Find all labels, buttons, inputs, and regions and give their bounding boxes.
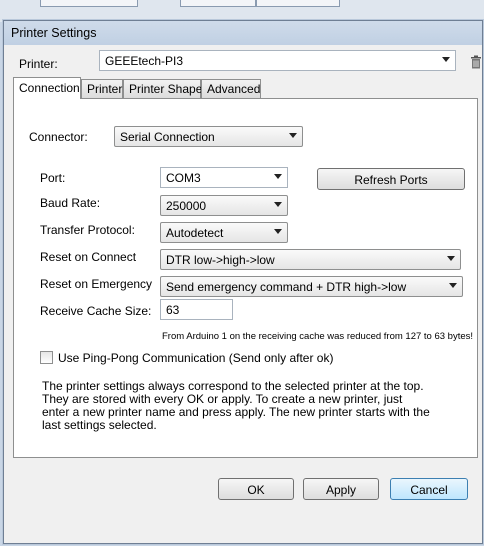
transfer-protocol-select[interactable]: Autodetect [160, 222, 288, 243]
refresh-ports-button[interactable]: Refresh Ports [317, 168, 465, 190]
chevron-down-icon [274, 229, 282, 234]
reset-on-emergency-select[interactable]: Send emergency command + DTR high->low [160, 276, 463, 297]
printer-select[interactable]: GEEEtech-PI3 [99, 50, 456, 71]
tab-advanced[interactable]: Advanced [201, 79, 261, 98]
background-app [0, 0, 484, 22]
receive-cache-label: Receive Cache Size: [40, 304, 152, 318]
tab-connection[interactable]: Connection [13, 77, 81, 99]
cancel-button[interactable]: Cancel [390, 478, 468, 500]
chevron-down-icon [274, 174, 282, 179]
printer-value: GEEEtech-PI3 [105, 54, 184, 68]
receive-cache-input[interactable]: 63 [160, 299, 233, 320]
chevron-down-icon [442, 57, 450, 62]
reset-on-connect-select[interactable]: DTR low->high->low [160, 249, 461, 270]
connector-value: Serial Connection [120, 130, 215, 144]
tab-printer-shape[interactable]: Printer Shape [123, 79, 202, 98]
chevron-down-icon [289, 133, 297, 138]
printer-label: Printer: [19, 57, 58, 71]
reset-on-connect-value: DTR low->high->low [166, 253, 275, 267]
reset-on-connect-label: Reset on Connect [40, 250, 137, 264]
bg-tab-object-placement [40, 0, 138, 7]
title-bar: Printer Settings [4, 21, 482, 45]
chevron-down-icon [274, 202, 282, 207]
pingpong-label: Use Ping-Pong Communication (Send only a… [58, 351, 334, 365]
reset-on-emergency-label: Reset on Emergency [40, 277, 153, 291]
connector-label: Connector: [29, 130, 88, 144]
bg-tab-manual-control [256, 0, 340, 7]
info-text: The printer settings always correspond t… [42, 379, 430, 432]
receive-cache-value: 63 [166, 303, 180, 317]
baud-rate-select[interactable]: 250000 [160, 195, 288, 216]
pingpong-checkbox[interactable] [40, 351, 53, 364]
port-label: Port: [40, 171, 66, 185]
apply-button[interactable]: Apply [303, 478, 379, 500]
connection-panel: Connector: Serial Connection Port: COM3 … [13, 98, 478, 458]
transfer-protocol-value: Autodetect [166, 226, 224, 240]
ok-button[interactable]: OK [218, 478, 294, 500]
transfer-protocol-label: Transfer Protocol: [40, 223, 135, 237]
connector-select[interactable]: Serial Connection [114, 126, 303, 147]
chevron-down-icon [449, 283, 457, 288]
port-select[interactable]: COM3 [160, 167, 288, 188]
trash-icon[interactable] [470, 55, 482, 69]
reset-on-emergency-value: Send emergency command + DTR high->low [166, 280, 407, 294]
cache-note: From Arduino 1 on the receiving cache wa… [162, 331, 474, 342]
chevron-down-icon [447, 256, 455, 261]
baud-rate-label: Baud Rate: [40, 196, 101, 210]
tab-printer[interactable]: Printer [81, 79, 123, 98]
printer-settings-dialog: Printer Settings Printer: GEEEtech-PI3 C… [3, 20, 483, 544]
baud-rate-value: 250000 [166, 199, 207, 213]
bg-tab-gcode-editor [180, 0, 256, 7]
dialog-title: Printer Settings [11, 26, 97, 40]
port-value: COM3 [166, 171, 201, 185]
